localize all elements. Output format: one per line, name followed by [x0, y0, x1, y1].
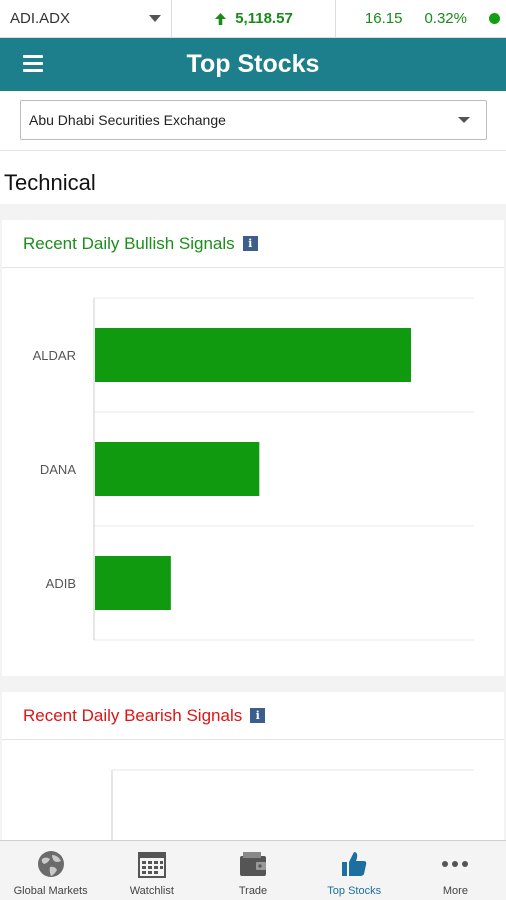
change-percent: 0.32% — [424, 10, 467, 27]
info-icon[interactable]: i — [242, 236, 258, 251]
arrow-up-icon — [215, 12, 227, 25]
nav-label: Top Stocks — [327, 885, 382, 897]
chevron-down-icon — [458, 117, 470, 123]
chart-bar — [95, 328, 411, 382]
bearish-chart-frame — [111, 769, 474, 840]
bottom-navigation: Global Markets Watchlist Trade Top Stock… — [0, 840, 506, 900]
nav-more[interactable]: More — [405, 841, 506, 900]
chart-bar — [95, 556, 171, 610]
bullish-bar-chart: ALDAR DANA ADIB — [33, 297, 474, 641]
chevron-down-icon — [149, 15, 161, 22]
more-dots-icon — [440, 849, 470, 879]
app-bar: Top Stocks — [0, 38, 506, 91]
symbol-label: ADI.ADX — [10, 10, 71, 27]
ticker-bar: ADI.ADX 5,118.57 16.15 0.32% — [0, 0, 506, 38]
category-label: ALDAR — [33, 348, 76, 363]
info-icon[interactable]: i — [250, 708, 266, 723]
page-title: Top Stocks — [186, 50, 320, 78]
exchange-select[interactable]: Abu Dhabi Securities Exchange — [20, 100, 487, 140]
bearish-chart — [2, 740, 504, 840]
nav-trade[interactable]: Trade — [202, 841, 303, 900]
menu-icon[interactable] — [23, 55, 43, 73]
nav-label: Watchlist — [129, 885, 174, 897]
index-value-text: 5,118.57 — [235, 10, 293, 27]
category-label: ADIB — [46, 576, 76, 591]
nav-label: More — [442, 885, 468, 897]
change-info: 16.15 0.32% — [336, 10, 506, 27]
nav-watchlist[interactable]: Watchlist — [101, 841, 202, 900]
exchange-select-value: Abu Dhabi Securities Exchange — [29, 112, 226, 128]
change-value: 16.15 — [364, 10, 403, 27]
bearish-title: Recent Daily Bearish Signals — [23, 705, 243, 725]
nav-top-stocks[interactable]: Top Stocks — [304, 841, 405, 900]
bullish-card-header: Recent Daily Bullish Signals i — [2, 220, 504, 268]
wallet-icon — [238, 849, 268, 879]
globe-icon — [36, 849, 66, 879]
nav-global-markets[interactable]: Global Markets — [0, 841, 101, 900]
nav-label: Trade — [238, 885, 268, 897]
symbol-selector[interactable]: ADI.ADX — [0, 0, 172, 38]
bullish-title: Recent Daily Bullish Signals — [23, 233, 235, 253]
chart-bar — [95, 442, 260, 496]
bullish-chart: ALDAR DANA ADIB — [2, 268, 504, 676]
bearish-card-header: Recent Daily Bearish Signals i — [2, 692, 504, 740]
thumbs-up-icon — [339, 849, 369, 879]
market-status-dot — [489, 13, 500, 24]
section-title: Technical — [4, 170, 96, 195]
nav-label: Global Markets — [13, 885, 88, 897]
calendar-grid-icon — [137, 849, 167, 879]
bearish-signals-card: Recent Daily Bearish Signals i — [2, 692, 504, 840]
bullish-signals-card: Recent Daily Bullish Signals i ALDAR DANA… — [2, 220, 504, 676]
divider — [0, 150, 506, 151]
index-value: 5,118.57 — [172, 0, 336, 38]
category-label: DANA — [40, 462, 76, 477]
